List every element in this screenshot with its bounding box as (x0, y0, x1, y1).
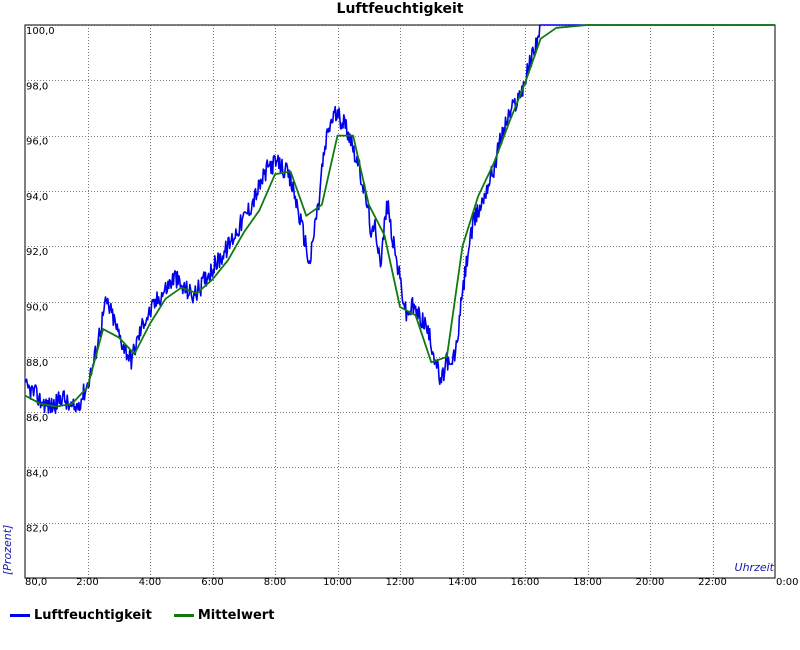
y-tick-label: 94,0 (26, 192, 48, 203)
y-tick-label: 88,0 (26, 358, 48, 369)
chart-title: Luftfeuchtigkeit (337, 1, 464, 17)
x-tick-label: 22:00 (698, 577, 727, 588)
x-tick-label: 20:00 (636, 577, 665, 588)
legend-label-humidity: Luftfeuchtigkeit (34, 608, 152, 623)
y-axis-label: [Prozent] (1, 525, 14, 575)
legend-item-humidity: Luftfeuchtigkeit (10, 608, 152, 623)
y-tick-label: 82,0 (26, 524, 48, 535)
y-tick-label: 90,0 (26, 303, 48, 314)
y-tick-label: 98,0 (26, 81, 48, 92)
x-tick-label: 12:00 (386, 577, 415, 588)
y-tick-label: 80,0 (25, 577, 47, 588)
plot-border (24, 24, 776, 579)
x-tick-label: 10:00 (323, 577, 352, 588)
x-tick-label: 14:00 (448, 577, 477, 588)
plot-area (24, 24, 776, 579)
x-tick-label: 4:00 (139, 577, 161, 588)
humidity-chart: Luftfeuchtigkeit 82,0 84,0 86,0 88,0 90,0 92,… (1, 1, 798, 588)
x-tick-label: 6:00 (201, 577, 223, 588)
x-tick-label: 16:00 (511, 577, 540, 588)
y-tick-label: 86,0 (26, 413, 48, 424)
y-tick-label: 96,0 (26, 137, 48, 148)
x-axis-label: Uhrzeit (735, 561, 775, 574)
legend-swatch-mean (173, 614, 194, 617)
x-tick-label: 18:00 (573, 577, 602, 588)
legend-label-mean: Mittelwert (197, 608, 275, 623)
y-tick-label: 92,0 (26, 247, 48, 258)
x-tick-label: 0:00 (776, 577, 798, 588)
x-tick-label: 8:00 (264, 577, 286, 588)
y-tick-label: 84,0 (26, 468, 48, 479)
x-tick-label: 2:00 (76, 577, 98, 588)
legend-swatch-humidity (10, 614, 30, 617)
legend-item-mean: Mittelwert (173, 608, 275, 623)
x-axis-ticks: 2:00 4:00 6:00 8:00 10:00 12:00 14:00 16:00 18:0… (76, 577, 798, 588)
y-tick-label: 100,0 (26, 26, 55, 37)
chart-legend: Luftfeuchtigkeit Mittelwert (10, 608, 274, 623)
